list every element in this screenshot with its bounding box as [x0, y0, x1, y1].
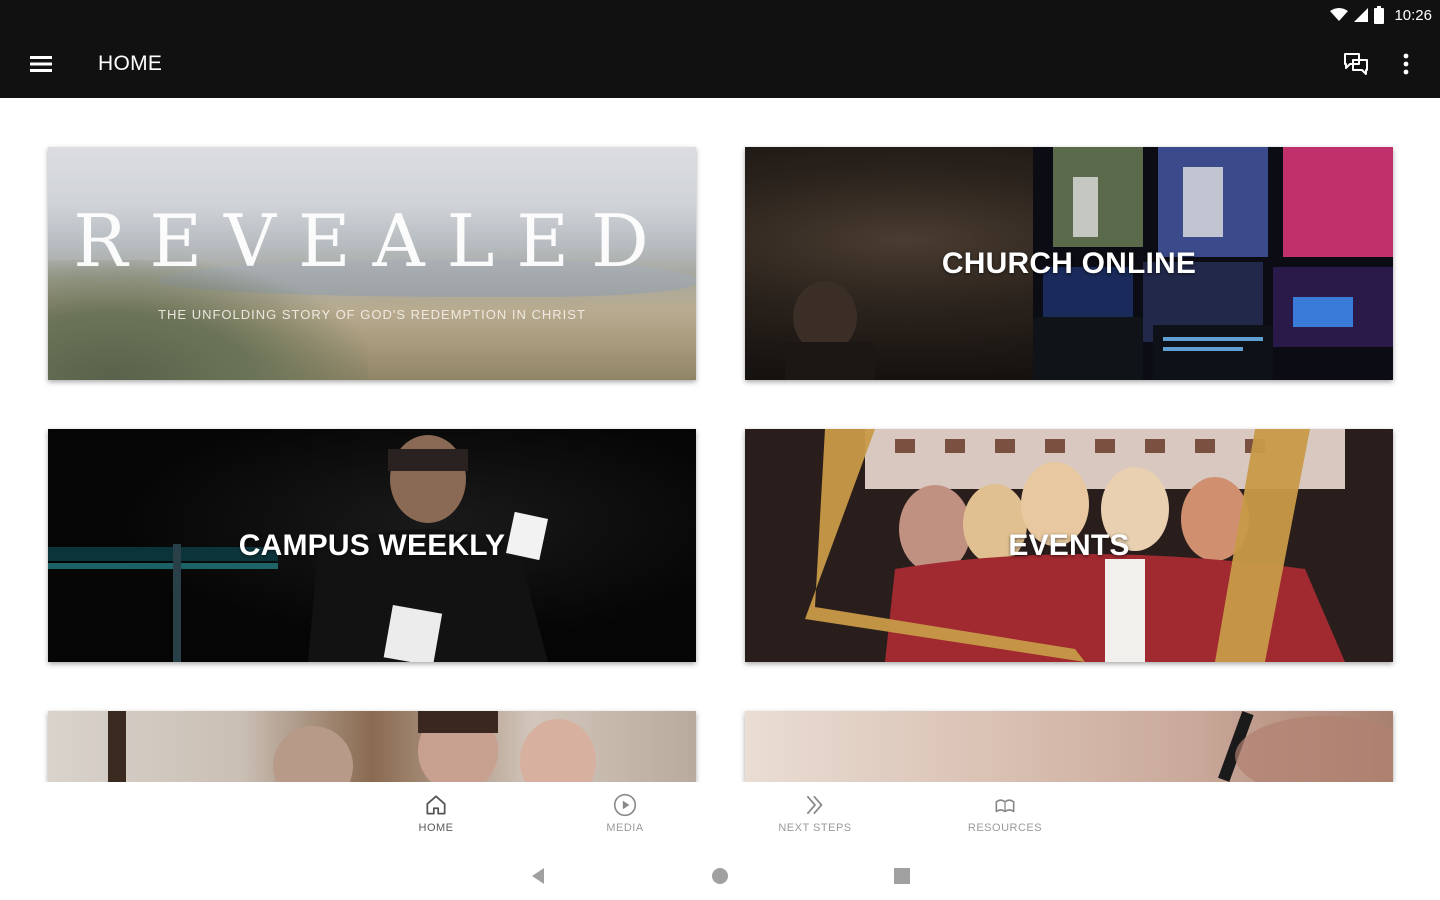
status-time: 10:26	[1394, 6, 1432, 24]
hands-photo	[1218, 711, 1393, 782]
home-icon	[426, 795, 446, 815]
people-photo	[108, 711, 596, 782]
page-title: HOME	[98, 52, 163, 75]
nav-home[interactable]: HOME	[376, 792, 496, 848]
app-bar: HOME	[0, 30, 1440, 98]
nav-resources[interactable]: RESOURCES	[945, 792, 1065, 848]
book-open-icon	[995, 799, 1015, 813]
cell-signal-icon	[1354, 8, 1369, 22]
nav-media-label: MEDIA	[606, 822, 644, 834]
nav-next-steps-label: NEXT STEPS	[778, 822, 852, 834]
system-recents-button[interactable]	[884, 862, 920, 890]
chat-bubbles-icon	[1344, 53, 1368, 75]
status-icons: 10:26	[1330, 5, 1432, 25]
nav-resources-label: RESOURCES	[967, 822, 1043, 834]
nav-media[interactable]: MEDIA	[565, 792, 685, 848]
card-revealed-title: REVEALED	[73, 199, 671, 283]
system-navigation-bar	[0, 852, 1440, 900]
card-row3-right[interactable]	[745, 711, 1393, 782]
card-events-title: EVENTS	[1008, 528, 1130, 562]
menu-button[interactable]	[20, 44, 62, 84]
recents-square-icon	[894, 868, 910, 884]
hamburger-menu-icon	[30, 56, 52, 72]
double-chevron-right-icon	[806, 795, 823, 815]
more-vert-icon	[1403, 53, 1409, 75]
bottom-navigation: HOME MEDIA NEXT STEPS RESOURCES	[0, 782, 1440, 852]
card-events[interactable]: EVENTS	[745, 429, 1393, 662]
system-back-button[interactable]	[520, 862, 556, 890]
back-icon	[532, 868, 544, 884]
battery-icon	[1374, 6, 1385, 24]
home-circle-icon	[712, 868, 728, 884]
nav-next-steps[interactable]: NEXT STEPS	[755, 792, 875, 848]
card-church-online[interactable]: CHURCH ONLINE	[745, 147, 1393, 380]
status-bar: 10:26	[0, 0, 1440, 30]
card-revealed-subtitle: THE UNFOLDING STORY OF GOD'S REDEMPTION …	[158, 307, 586, 322]
card-row3-left[interactable]	[48, 711, 696, 782]
more-options-button[interactable]	[1388, 44, 1424, 84]
nav-home-label: HOME	[418, 822, 454, 834]
card-campus-weekly[interactable]: CAMPUS WEEKLY	[48, 429, 696, 662]
system-home-button[interactable]	[702, 862, 738, 890]
play-circle-icon	[613, 793, 637, 817]
chat-button[interactable]	[1336, 44, 1376, 84]
card-church-online-title: CHURCH ONLINE	[941, 246, 1197, 280]
card-campus-weekly-title: CAMPUS WEEKLY	[238, 528, 506, 562]
wifi-icon	[1330, 8, 1349, 21]
card-revealed[interactable]: REVEALED THE UNFOLDING STORY OF GOD'S RE…	[48, 147, 696, 380]
